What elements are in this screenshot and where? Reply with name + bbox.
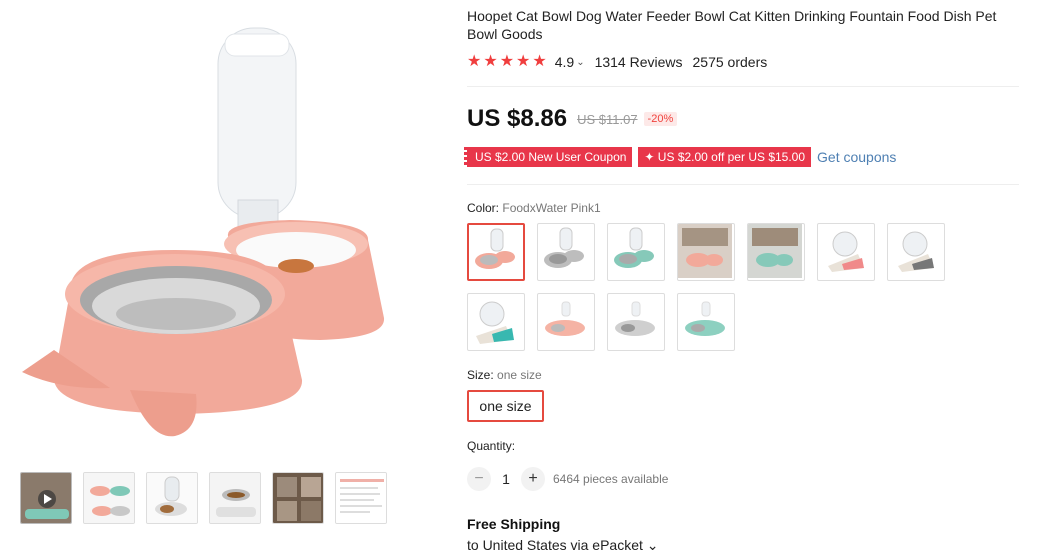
color-swatch[interactable]	[467, 293, 525, 351]
stock-available: 6464 pieces available	[553, 472, 669, 486]
divider	[467, 184, 1019, 185]
shipping-destination[interactable]: to United States via ePacket ⌄	[467, 537, 659, 554]
current-price: US $8.86	[467, 105, 568, 132]
rating-stars: ★ ★ ★ ★ ★	[467, 53, 547, 71]
color-swatch[interactable]	[467, 223, 525, 281]
thumbnail[interactable]	[272, 472, 324, 524]
star-icon: ★	[467, 53, 482, 70]
color-swatches-row-2	[467, 293, 735, 351]
discount-badge: -20%	[643, 112, 678, 126]
new-user-coupon[interactable]: US $2.00 New User Coupon	[463, 147, 633, 167]
thumbnail[interactable]	[83, 472, 135, 524]
color-label-text: Color:	[467, 201, 500, 215]
star-icon: ★	[532, 53, 547, 70]
color-swatch[interactable]	[747, 223, 805, 281]
orders-count: 2575 orders	[692, 54, 768, 70]
store-coupon[interactable]: ✦ US $2.00 off per US $15.00	[638, 147, 812, 167]
rating-row: ★ ★ ★ ★ ★ 4.9 ⌄ 1314 Reviews 2575 orders	[467, 53, 767, 71]
color-swatch[interactable]	[537, 293, 595, 351]
size-selected-value: one size	[497, 368, 542, 382]
color-swatch[interactable]	[817, 223, 875, 281]
coupons-row: US $2.00 New User Coupon ✦ US $2.00 off …	[463, 147, 896, 167]
thumbnail[interactable]	[335, 472, 387, 524]
color-swatch[interactable]	[607, 293, 665, 351]
star-icon: ★	[516, 53, 531, 70]
get-coupons-link[interactable]: Get coupons	[817, 149, 896, 165]
size-label-text: Size:	[467, 368, 494, 382]
increase-quantity-button[interactable]: +	[521, 467, 545, 491]
color-swatch[interactable]	[887, 223, 945, 281]
rating-value[interactable]: 4.9	[555, 54, 574, 70]
decrease-quantity-button[interactable]: −	[467, 467, 491, 491]
star-icon: ★	[483, 53, 498, 70]
thumbnail-strip	[20, 472, 387, 524]
thumbnail[interactable]	[146, 472, 198, 524]
reviews-count[interactable]: 1314 Reviews	[595, 54, 683, 70]
color-swatch[interactable]	[677, 223, 735, 281]
color-swatch[interactable]	[537, 223, 595, 281]
color-swatches-row-1	[467, 223, 945, 281]
color-swatch[interactable]	[607, 223, 665, 281]
quantity-label: Quantity:	[467, 439, 516, 453]
thumbnail[interactable]	[209, 472, 261, 524]
star-icon: ★	[499, 53, 515, 70]
thumbnail[interactable]	[20, 472, 72, 524]
price-row: US $8.86 US $11.07 -20%	[467, 105, 678, 133]
size-option-button[interactable]: one size	[467, 390, 544, 422]
quantity-input[interactable]: 1	[491, 471, 521, 487]
color-selected-value: FoodxWater Pink1	[502, 201, 601, 215]
original-price: US $11.07	[577, 111, 638, 127]
chevron-down-icon[interactable]: ⌄	[576, 57, 584, 68]
color-label: Color: FoodxWater Pink1	[467, 201, 601, 215]
shipping-title: Free Shipping	[467, 516, 561, 532]
divider	[467, 86, 1019, 87]
quantity-stepper: − 1 + 6464 pieces available	[467, 467, 668, 491]
color-swatch[interactable]	[677, 293, 735, 351]
main-product-image[interactable]	[0, 0, 420, 460]
size-label: Size: one size	[467, 368, 542, 382]
product-title: Hoopet Cat Bowl Dog Water Feeder Bowl Ca…	[467, 8, 997, 42]
